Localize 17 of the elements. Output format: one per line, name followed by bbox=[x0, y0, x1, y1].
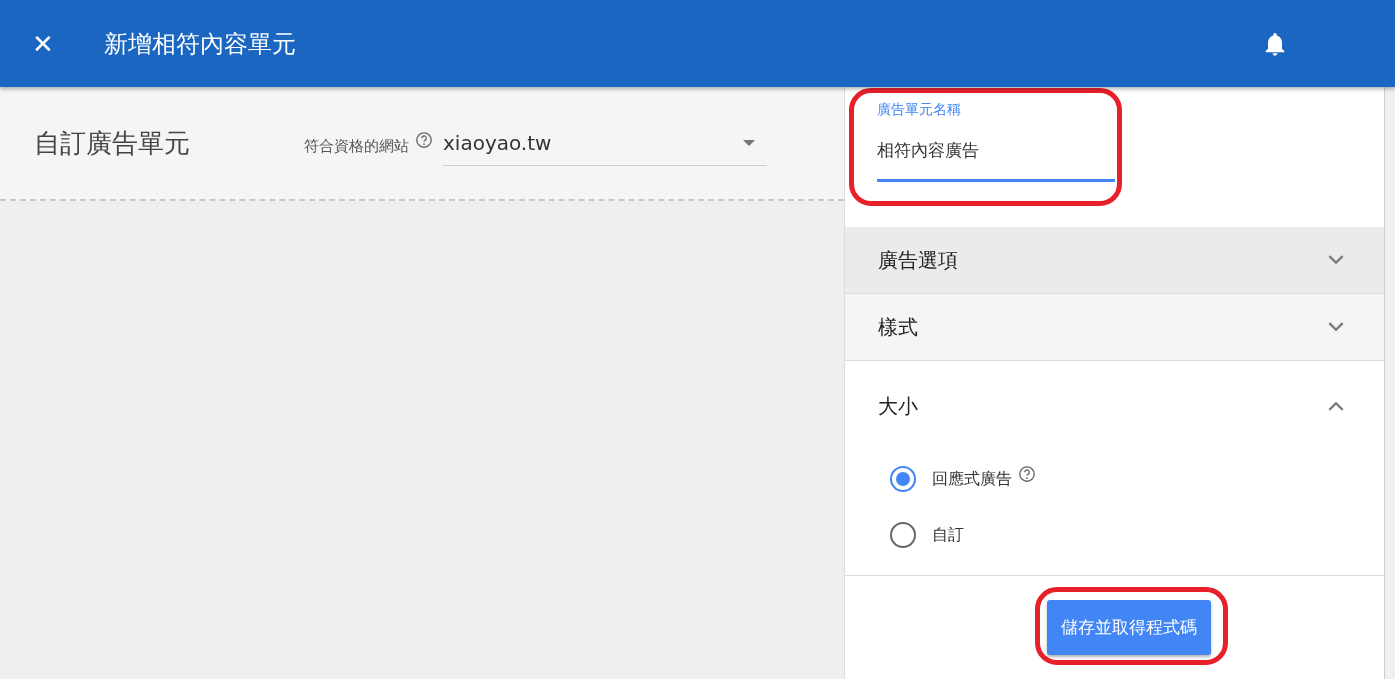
help-icon[interactable] bbox=[1017, 465, 1036, 483]
option-label: 自訂 bbox=[931, 524, 964, 546]
window-title: 新增相符內容單元 bbox=[104, 28, 297, 60]
section-header[interactable]: 廣告選項 bbox=[844, 227, 1384, 293]
field-label: 符合資格的網站 bbox=[304, 136, 409, 156]
radio-button[interactable] bbox=[889, 522, 916, 548]
section-header[interactable]: 樣式 bbox=[844, 294, 1384, 360]
radio-button[interactable] bbox=[889, 466, 916, 492]
save-button[interactable]: 儲存並取得程式碼 bbox=[1047, 600, 1212, 655]
site-dropdown[interactable]: xiaoyao.tw bbox=[443, 120, 767, 166]
option-label: 回應式廣告 bbox=[931, 468, 1012, 490]
help-icon[interactable] bbox=[415, 131, 433, 149]
name-field[interactable]: 廣告單元名稱 相符內容廣告 bbox=[876, 97, 1115, 182]
caret-icon bbox=[743, 139, 755, 146]
section-header[interactable]: 大小 bbox=[844, 361, 1384, 451]
close-icon[interactable]: ✕ bbox=[32, 30, 58, 57]
section-title: 自訂廣告單元 bbox=[34, 126, 191, 160]
